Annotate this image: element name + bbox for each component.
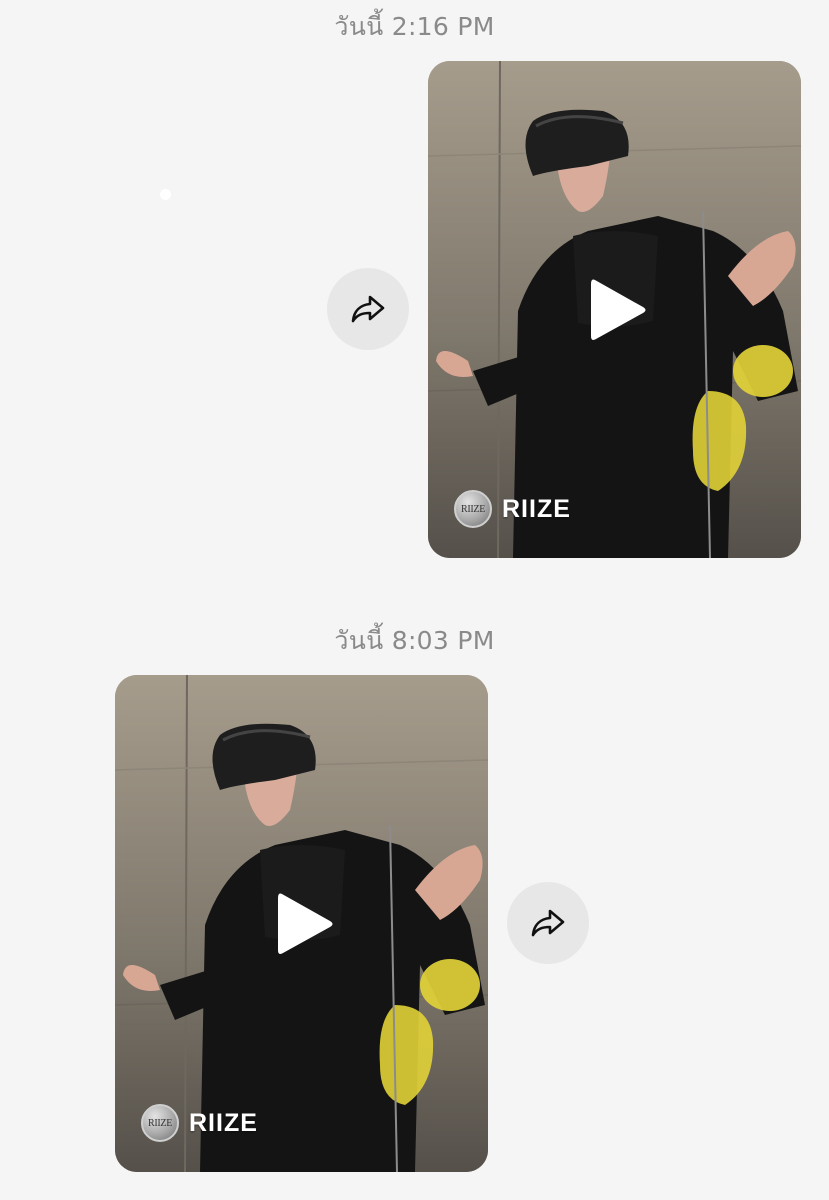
message-timestamp: วันนี้ 2:16 PM (334, 12, 495, 41)
channel-avatar: RIIZE (141, 1104, 179, 1142)
channel-label: RIIZE RIIZE (454, 490, 571, 528)
play-icon[interactable] (579, 274, 651, 346)
channel-avatar: RIIZE (454, 490, 492, 528)
video-message-card[interactable]: RIIZE RIIZE (428, 61, 801, 558)
share-arrow-icon (351, 295, 385, 323)
share-button[interactable] (327, 268, 409, 350)
share-button[interactable] (507, 882, 589, 964)
play-icon[interactable] (266, 888, 338, 960)
channel-name: RIIZE (502, 494, 571, 523)
channel-logo-text: RIIZE (147, 1117, 173, 1129)
video-message-card[interactable]: RIIZE RIIZE (115, 675, 488, 1172)
channel-logo-text: RIIZE (460, 503, 486, 515)
message-timestamp: วันนี้ 8:03 PM (334, 626, 495, 655)
channel-label: RIIZE RIIZE (141, 1104, 258, 1142)
share-arrow-icon (531, 909, 565, 937)
channel-name: RIIZE (189, 1108, 258, 1137)
indicator-dot (160, 189, 171, 200)
